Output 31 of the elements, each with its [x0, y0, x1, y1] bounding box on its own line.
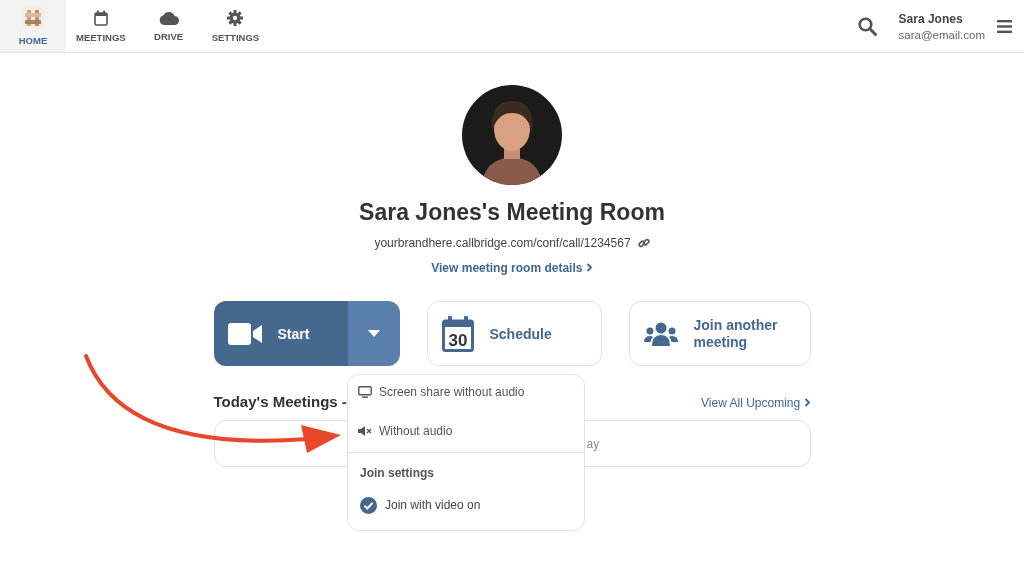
room-title: Sara Jones's Meeting Room — [359, 199, 665, 226]
chevron-icon — [803, 398, 811, 407]
menu-icon[interactable] — [997, 19, 1012, 33]
menu-item[interactable]: Without audio — [348, 414, 584, 448]
mute-icon — [358, 426, 372, 436]
chevron-icon — [585, 263, 593, 272]
search-icon[interactable] — [857, 16, 877, 36]
user-name: Sara Jones — [898, 11, 964, 26]
menu-checkbox-item[interactable]: Join with video on — [348, 488, 584, 522]
join-meeting-button[interactable]: Join another meeting — [628, 301, 811, 366]
section-heading: Today's Meetings - — [213, 393, 347, 410]
monitor-icon — [358, 385, 372, 398]
start-options-button[interactable] — [347, 301, 400, 366]
cloud-icon — [158, 10, 179, 25]
link-icon[interactable] — [637, 237, 650, 249]
view-all-link[interactable]: View All Upcoming — [701, 396, 811, 410]
people-icon — [643, 321, 678, 346]
video-camera-icon — [227, 322, 262, 345]
calendar-icon — [93, 9, 108, 26]
room-details-link[interactable]: View meeting room details — [431, 261, 593, 275]
nav-tab[interactable]: HOME — [0, 0, 66, 52]
logo-icon — [22, 6, 44, 29]
menu-item[interactable]: Screen share without audio — [348, 375, 584, 408]
schedule-button[interactable]: 30 Schedule — [426, 301, 602, 366]
gear-icon — [227, 9, 244, 26]
empty-message: ay — [586, 436, 600, 451]
caret-icon — [367, 330, 380, 337]
room-url: yourbrandhere.callbridge.com/conf/call/1234567 — [374, 236, 631, 250]
user-email: sara@email.com — [898, 28, 985, 41]
start-button[interactable]: Start — [213, 301, 348, 366]
menu-heading: Join settings — [359, 465, 435, 482]
